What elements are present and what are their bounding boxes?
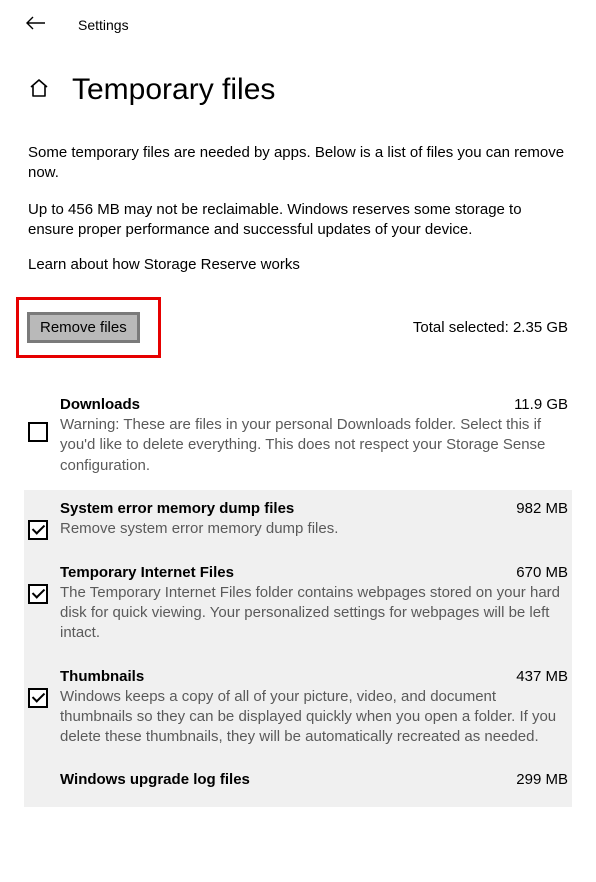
item-desc: Windows keeps a copy of all of your pict… xyxy=(60,687,568,748)
list-item[interactable]: Temporary Internet Files 670 MB The Temp… xyxy=(24,554,572,658)
intro-text-1: Some temporary files are needed by apps.… xyxy=(28,143,568,184)
item-size: 437 MB xyxy=(516,668,568,685)
storage-reserve-link[interactable]: Learn about how Storage Reserve works xyxy=(28,256,300,273)
checkbox-downloads[interactable] xyxy=(28,422,48,442)
list-item[interactable]: System error memory dump files 982 MB Re… xyxy=(24,490,572,554)
item-size: 11.9 GB xyxy=(514,396,568,413)
item-title: Windows upgrade log files xyxy=(60,771,250,788)
page-title: Temporary files xyxy=(72,73,275,107)
checkbox-system-error-dump[interactable] xyxy=(28,520,48,540)
header-label: Settings xyxy=(78,17,129,33)
item-desc: Warning: These are files in your persona… xyxy=(60,415,568,476)
file-category-list: Downloads 11.9 GB Warning: These are fil… xyxy=(24,386,572,807)
item-size: 299 MB xyxy=(516,771,568,788)
total-selected-label: Total selected: 2.35 GB xyxy=(413,319,568,336)
item-title: Downloads xyxy=(60,396,140,413)
action-row: Remove files Total selected: 2.35 GB xyxy=(28,297,568,358)
remove-highlight: Remove files xyxy=(16,297,161,358)
item-title: System error memory dump files xyxy=(60,500,294,517)
item-size: 982 MB xyxy=(516,500,568,517)
checkbox-thumbnails[interactable] xyxy=(28,688,48,708)
item-title: Temporary Internet Files xyxy=(60,564,234,581)
header-bar: Settings xyxy=(0,0,596,43)
title-row: Temporary files xyxy=(28,73,568,107)
item-desc: Remove system error memory dump files. xyxy=(60,519,568,539)
item-title: Thumbnails xyxy=(60,668,144,685)
item-size: 670 MB xyxy=(516,564,568,581)
list-item[interactable]: Downloads 11.9 GB Warning: These are fil… xyxy=(24,386,572,490)
item-desc: The Temporary Internet Files folder cont… xyxy=(60,583,568,644)
back-icon[interactable] xyxy=(26,14,46,35)
intro-text-2: Up to 456 MB may not be reclaimable. Win… xyxy=(28,200,568,241)
remove-files-button[interactable]: Remove files xyxy=(27,312,140,343)
home-icon[interactable] xyxy=(28,77,50,103)
list-item[interactable]: Windows upgrade log files 299 MB xyxy=(24,761,572,807)
checkbox-temp-internet-files[interactable] xyxy=(28,584,48,604)
list-item[interactable]: Thumbnails 437 MB Windows keeps a copy o… xyxy=(24,658,572,762)
